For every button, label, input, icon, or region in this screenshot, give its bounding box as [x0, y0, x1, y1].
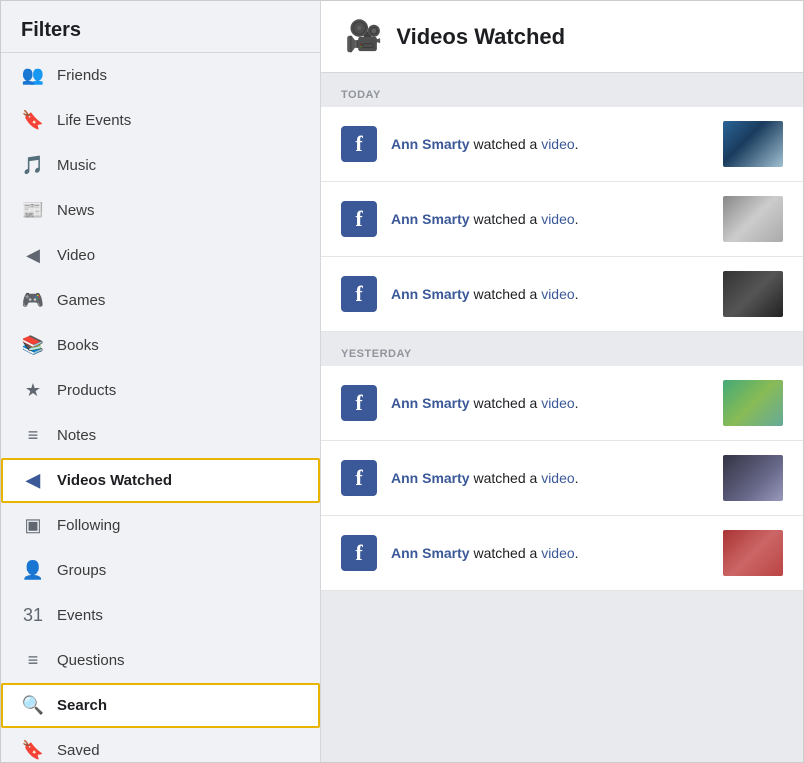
activity-feed: TODAY f Ann Smarty watched a video. f Ann Sm… — [321, 73, 803, 762]
sidebar-header: Filters — [1, 1, 320, 53]
user-link[interactable]: Ann Smarty — [391, 211, 470, 227]
video-link[interactable]: video — [541, 211, 574, 227]
news-icon: 📰 — [19, 200, 47, 221]
main-content: 🎥 Videos Watched TODAY f Ann Smarty watche… — [321, 1, 803, 762]
sidebar-item-label-products: Products — [57, 382, 116, 399]
sidebar-item-label-games: Games — [57, 292, 105, 309]
sidebar: Filters 👥 Friends 🔖 Life Events 🎵 Music 📰 News ◀… — [1, 1, 321, 762]
games-icon: 🎮 — [19, 290, 47, 311]
sidebar-item-label-search: Search — [57, 697, 107, 714]
activity-text: Ann Smarty watched a video. — [391, 286, 709, 302]
user-link[interactable]: Ann Smarty — [391, 286, 470, 302]
sidebar-item-books[interactable]: 📚 Books — [1, 323, 320, 368]
sidebar-item-groups[interactable]: 👤 Groups — [1, 548, 320, 593]
sidebar-item-label-friends: Friends — [57, 67, 107, 84]
sidebar-item-videos-watched[interactable]: ◀ Videos Watched — [1, 458, 320, 503]
groups-icon: 👤 — [19, 560, 47, 581]
section-label: TODAY — [341, 89, 381, 101]
books-icon: 📚 — [19, 335, 47, 356]
sidebar-item-video[interactable]: ◀ Video — [1, 233, 320, 278]
music-icon: 🎵 — [19, 155, 47, 176]
sidebar-item-label-events: Events — [57, 607, 103, 624]
user-link[interactable]: Ann Smarty — [391, 545, 470, 561]
following-icon: ▣ — [19, 515, 47, 536]
sidebar-item-label-questions: Questions — [57, 652, 125, 669]
activity-text: Ann Smarty watched a video. — [391, 545, 709, 561]
video-thumbnail — [723, 196, 783, 242]
video-link[interactable]: video — [541, 470, 574, 486]
videos-watched-icon: ◀ — [19, 470, 47, 491]
sidebar-item-label-video: Video — [57, 247, 95, 264]
life-events-icon: 🔖 — [19, 110, 47, 131]
sidebar-item-music[interactable]: 🎵 Music — [1, 143, 320, 188]
facebook-icon: f — [341, 276, 377, 312]
sidebar-nav: 👥 Friends 🔖 Life Events 🎵 Music 📰 News ◀ Video 🎮 Ga… — [1, 53, 320, 762]
search-icon: 🔍 — [19, 695, 47, 716]
sidebar-item-news[interactable]: 📰 News — [1, 188, 320, 233]
sidebar-item-life-events[interactable]: 🔖 Life Events — [1, 98, 320, 143]
activity-text: Ann Smarty watched a video. — [391, 211, 709, 227]
user-link[interactable]: Ann Smarty — [391, 470, 470, 486]
sidebar-item-label-groups: Groups — [57, 562, 106, 579]
video-link[interactable]: video — [541, 136, 574, 152]
sidebar-item-notes[interactable]: ≡ Notes — [1, 413, 320, 458]
main-header-title: Videos Watched — [396, 24, 565, 50]
activity-text: Ann Smarty watched a video. — [391, 470, 709, 486]
section-divider: YESTERDAY — [321, 332, 803, 366]
sidebar-item-friends[interactable]: 👥 Friends — [1, 53, 320, 98]
activity-item: f Ann Smarty watched a video. — [321, 182, 803, 257]
video-icon: ◀ — [19, 245, 47, 266]
facebook-icon: f — [341, 535, 377, 571]
friends-icon: 👥 — [19, 65, 47, 86]
activity-text: Ann Smarty watched a video. — [391, 136, 709, 152]
activity-item: f Ann Smarty watched a video. — [321, 257, 803, 332]
activity-item: f Ann Smarty watched a video. — [321, 366, 803, 441]
events-icon: 31 — [19, 605, 47, 626]
activity-item: f Ann Smarty watched a video. — [321, 107, 803, 182]
sidebar-item-label-following: Following — [57, 517, 120, 534]
sidebar-item-following[interactable]: ▣ Following — [1, 503, 320, 548]
sidebar-item-label-news: News — [57, 202, 95, 219]
sidebar-item-label-music: Music — [57, 157, 96, 174]
video-thumbnail — [723, 455, 783, 501]
activity-text: Ann Smarty watched a video. — [391, 395, 709, 411]
section-label: YESTERDAY — [341, 348, 412, 360]
sidebar-item-label-books: Books — [57, 337, 99, 354]
sidebar-item-games[interactable]: 🎮 Games — [1, 278, 320, 323]
sidebar-item-label-life-events: Life Events — [57, 112, 131, 129]
video-thumbnail — [723, 380, 783, 426]
app-container: Filters 👥 Friends 🔖 Life Events 🎵 Music 📰 News ◀… — [0, 0, 804, 763]
facebook-icon: f — [341, 201, 377, 237]
user-link[interactable]: Ann Smarty — [391, 395, 470, 411]
sidebar-item-questions[interactable]: ≡ Questions — [1, 638, 320, 683]
questions-icon: ≡ — [19, 650, 47, 671]
saved-icon: 🔖 — [19, 740, 47, 761]
video-link[interactable]: video — [541, 545, 574, 561]
products-icon: ★ — [19, 380, 47, 401]
activity-item: f Ann Smarty watched a video. — [321, 441, 803, 516]
activity-item: f Ann Smarty watched a video. — [321, 516, 803, 591]
video-thumbnail — [723, 121, 783, 167]
sidebar-item-saved[interactable]: 🔖 Saved — [1, 728, 320, 762]
sidebar-item-label-saved: Saved — [57, 742, 100, 759]
notes-icon: ≡ — [19, 425, 47, 446]
video-thumbnail — [723, 271, 783, 317]
facebook-icon: f — [341, 460, 377, 496]
sidebar-item-label-videos-watched: Videos Watched — [57, 472, 172, 489]
section-divider: TODAY — [321, 73, 803, 107]
video-thumbnail — [723, 530, 783, 576]
facebook-icon: f — [341, 126, 377, 162]
sidebar-item-label-notes: Notes — [57, 427, 96, 444]
sidebar-item-events[interactable]: 31 Events — [1, 593, 320, 638]
sidebar-item-search[interactable]: 🔍 Search — [1, 683, 320, 728]
facebook-icon: f — [341, 385, 377, 421]
user-link[interactable]: Ann Smarty — [391, 136, 470, 152]
video-link[interactable]: video — [541, 286, 574, 302]
video-link[interactable]: video — [541, 395, 574, 411]
main-header: 🎥 Videos Watched — [321, 1, 803, 73]
sidebar-item-products[interactable]: ★ Products — [1, 368, 320, 413]
videos-watched-header-icon: 🎥 — [345, 19, 382, 54]
